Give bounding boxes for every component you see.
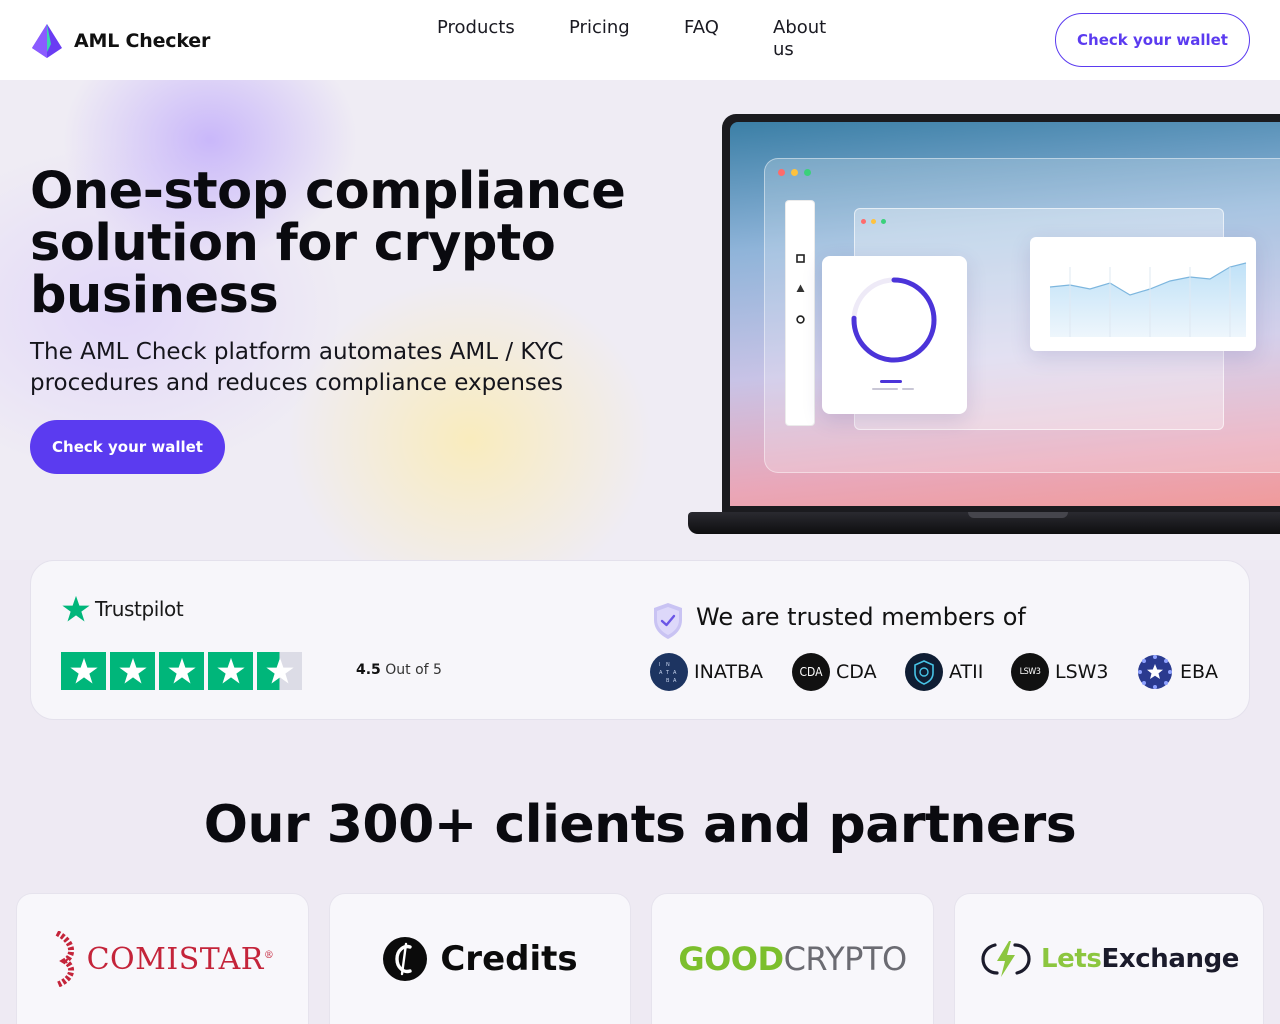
star-icon	[265, 657, 294, 684]
comistar-name: COMISTAR	[86, 941, 264, 977]
member-name: LSW3	[1055, 661, 1109, 683]
trustpilot-name: Trustpilot	[95, 597, 184, 621]
laptop-screen	[730, 122, 1280, 506]
client-card-credits[interactable]: Credits	[329, 893, 631, 1024]
credits-logo: Credits	[382, 936, 578, 982]
letsexchange-bolt-icon	[981, 941, 1031, 977]
lsw3-logo-icon: LSW3	[1011, 653, 1049, 691]
member-atii[interactable]: ATII	[905, 653, 983, 691]
shield-check-icon	[654, 603, 682, 639]
triangle-icon	[796, 284, 805, 292]
atii-logo-icon	[905, 653, 943, 691]
member-name: EBA	[1180, 661, 1219, 683]
member-eba[interactable]: EBA	[1136, 653, 1218, 691]
member-name: INATBA	[694, 661, 763, 683]
client-card-letsexchange[interactable]: LetsExchange	[954, 893, 1264, 1024]
hero-section: One-stop compliance solution for crypto …	[0, 80, 1280, 560]
member-lsw3[interactable]: LSW3 LSW3	[1011, 653, 1109, 691]
hero-check-wallet-button[interactable]: Check your wallet	[30, 420, 225, 474]
brand-name: AML Checker	[74, 30, 211, 52]
comistar-logo: COMISTAR®	[51, 931, 275, 987]
nav-pricing[interactable]: Pricing	[569, 17, 630, 39]
hero-title: One-stop compliance solution for crypto …	[30, 162, 626, 325]
trustpilot-star-box	[208, 652, 253, 690]
client-card-goodcrypto[interactable]: GOODCRYPTO	[651, 893, 934, 1024]
letsexchange-part-1: Lets	[1040, 944, 1102, 974]
credits-name: Credits	[440, 939, 578, 979]
trustpilot-rating-stars	[61, 652, 302, 690]
goodcrypto-part-1: GOOD	[678, 940, 784, 978]
dashboard-sidebar	[785, 200, 815, 426]
svg-text:I: I	[659, 662, 661, 668]
comistar-mark-icon	[55, 931, 74, 987]
risk-score-card	[822, 256, 967, 414]
laptop-notch	[968, 512, 1068, 518]
svg-text:A: A	[673, 678, 677, 684]
nav-products[interactable]: Products	[437, 17, 515, 39]
svg-text:T: T	[665, 670, 670, 676]
member-cda[interactable]: CDA CDA	[792, 653, 877, 691]
trust-bar: Trustpilot 4.5 Out of 5 We are trusted m…	[30, 560, 1250, 720]
member-inatba[interactable]: IN ATA BA INATBA	[650, 653, 763, 691]
trustpilot-star-box	[159, 652, 204, 690]
star-icon	[69, 657, 98, 684]
svg-text:A: A	[659, 670, 663, 676]
svg-text:N: N	[666, 662, 671, 668]
donut-chart-icon	[851, 277, 937, 390]
registered-mark: ®	[263, 949, 275, 961]
letsexchange-logo: LetsExchange	[979, 939, 1239, 979]
svg-text:B: B	[666, 678, 670, 684]
site-header: AML Checker Products Pricing FAQ About u…	[0, 0, 1280, 80]
trustpilot-score: 4.5 Out of 5	[356, 662, 442, 678]
trustpilot-logo[interactable]: Trustpilot	[61, 594, 184, 624]
star-icon	[118, 657, 147, 684]
clients-section-title: Our 300+ clients and partners	[203, 795, 1077, 855]
window-controls-icon	[778, 169, 811, 176]
client-card-comistar[interactable]: COMISTAR®	[16, 893, 309, 1024]
goodcrypto-logo: GOODCRYPTO	[678, 940, 908, 978]
hero-subtitle: The AML Check platform automates AML / K…	[30, 339, 564, 396]
member-name: CDA	[836, 661, 877, 683]
star-icon	[216, 657, 245, 684]
eba-logo-icon	[1136, 653, 1174, 691]
square-icon	[796, 254, 805, 263]
trustpilot-star-box	[61, 652, 106, 690]
cda-logo-icon: CDA	[792, 653, 830, 691]
svg-text:A: A	[673, 670, 677, 676]
inner-window-controls-icon	[861, 219, 886, 224]
rating-suffix: Out of 5	[385, 662, 442, 678]
star-icon	[167, 657, 196, 684]
member-name: ATII	[949, 661, 984, 683]
trustpilot-star-box	[110, 652, 155, 690]
rating-value: 4.5	[356, 662, 381, 678]
nav-about-us[interactable]: About us	[773, 17, 835, 61]
trusted-members-title: We are trusted members of	[696, 603, 1026, 631]
transaction-chart-card	[1030, 237, 1256, 351]
area-chart-icon	[1049, 262, 1247, 337]
goodcrypto-part-2: CRYPTO	[783, 940, 908, 978]
trustpilot-star-icon	[62, 595, 90, 622]
nav-faq[interactable]: FAQ	[684, 17, 719, 39]
brand-logo[interactable]: AML Checker	[30, 22, 210, 60]
aml-checker-logo-icon	[32, 24, 62, 58]
inatba-logo-icon: IN ATA BA	[650, 653, 688, 691]
laptop-illustration	[688, 114, 1280, 539]
circle-icon	[796, 315, 805, 324]
credits-coin-icon	[383, 937, 428, 981]
trustpilot-star-box	[257, 652, 302, 690]
header-check-wallet-button[interactable]: Check your wallet	[1055, 13, 1250, 67]
letsexchange-part-2: Exchange	[1101, 944, 1240, 974]
